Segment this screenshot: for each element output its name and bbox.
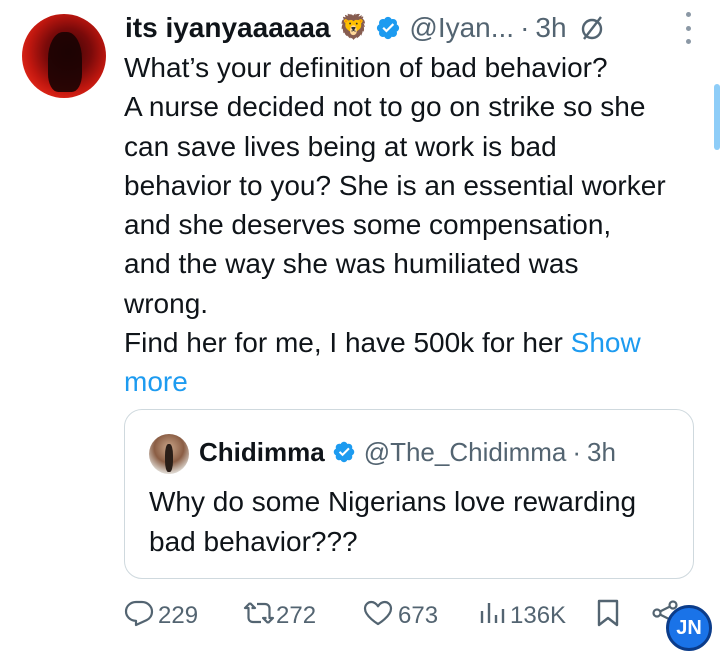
- show-more-link[interactable]: Show: [571, 327, 641, 358]
- quoted-author-handle[interactable]: @The_Chidimma: [364, 437, 567, 468]
- null-sign-icon: [579, 14, 605, 42]
- quoted-body: Why do some Nigerians love rewarding bad…: [149, 482, 679, 561]
- action-bar: 229 272 673 136K: [124, 596, 720, 636]
- author-handle[interactable]: @Iyan...: [409, 8, 514, 48]
- quoted-avatar[interactable]: [149, 434, 189, 474]
- author-avatar[interactable]: [22, 14, 106, 98]
- tweet-time[interactable]: 3h: [535, 8, 566, 48]
- tweet-line-text: Find her for me, I have 500k for her: [124, 327, 571, 359]
- quoted-header: Chidimma @The_Chidimma · 3h: [199, 432, 616, 472]
- tweet-line: What’s your definition of bad behavior?: [124, 52, 608, 83]
- retweet-count: 272: [276, 602, 317, 629]
- reply-icon: [124, 599, 154, 634]
- tweet-line: behavior to you? She is an essential wor…: [124, 169, 666, 201]
- like-button[interactable]: 673: [362, 596, 438, 636]
- verified-icon: [332, 440, 356, 464]
- jn-watermark-logo: JN: [666, 605, 712, 651]
- tweet-line: and the way she was humiliated was: [124, 248, 579, 280]
- reply-button[interactable]: 229: [124, 596, 198, 636]
- verified-icon: [375, 15, 401, 41]
- quoted-tweet[interactable]: Chidimma @The_Chidimma · 3h Why do some …: [124, 409, 694, 579]
- retweet-icon: [242, 599, 276, 634]
- tweet-line: wrong.: [124, 287, 209, 319]
- bookmark-icon: [596, 598, 620, 635]
- retweet-button[interactable]: 272: [242, 596, 316, 636]
- separator: ·: [572, 436, 582, 467]
- views-icon: [478, 599, 506, 634]
- views-count: 136K: [510, 602, 567, 629]
- views-button[interactable]: 136K: [478, 596, 566, 636]
- tweet-line: Find her for me, I have 500k for her Sho…: [124, 323, 699, 362]
- author-name[interactable]: its iyanyaaaaaa: [125, 8, 331, 48]
- lion-emoji-icon: 🦁: [338, 14, 369, 41]
- quoted-line: Why do some Nigerians love rewarding: [149, 486, 637, 517]
- tweet-header: its iyanyaaaaaa 🦁 @Iyan... · 3h: [125, 8, 700, 48]
- like-count: 673: [398, 602, 439, 629]
- like-icon: [362, 599, 394, 634]
- tweet-line: and she deserves some compensation,: [124, 209, 612, 241]
- quoted-line: bad behavior???: [149, 525, 358, 557]
- scroll-indicator: [714, 84, 720, 150]
- tweet-body: What’s your definition of bad behavior? …: [124, 48, 699, 402]
- tweet-line: can save lives being at work is bad: [124, 130, 557, 162]
- quoted-time[interactable]: 3h: [587, 437, 616, 468]
- separator: ·: [520, 12, 530, 43]
- reply-count: 229: [158, 602, 199, 629]
- bookmark-button[interactable]: [596, 596, 620, 636]
- show-more-link-cont[interactable]: more: [124, 362, 699, 401]
- tweet-line: A nurse decided not to go on strike so s…: [124, 91, 646, 123]
- quoted-author-name[interactable]: Chidimma: [199, 437, 325, 468]
- more-options-icon[interactable]: [684, 12, 692, 44]
